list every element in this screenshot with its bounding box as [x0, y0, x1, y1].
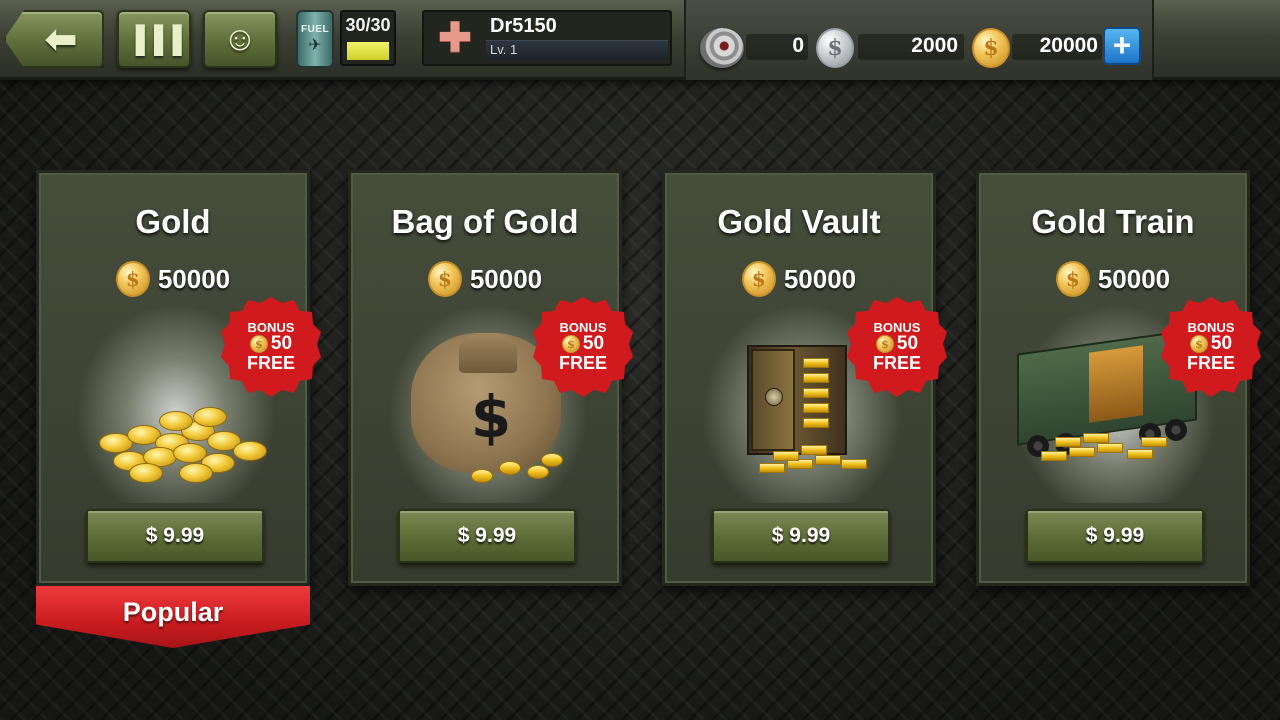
top-bar: ⬅ ▐▐▐ ☺ FUEL ✈ 30/30 ✚ Dr5150 Lv. 1 0 $ …: [0, 0, 1280, 80]
friends-icon: ☺: [222, 19, 258, 58]
offer-card-gold: Gold $ 50000 BONUS $ 50 FREE $ 9.99: [36, 170, 321, 586]
bonus-amount: 50: [582, 333, 605, 355]
fuel-bar: [347, 42, 389, 60]
player-profile[interactable]: ✚ Dr5150 Lv. 1: [422, 10, 672, 66]
bonus-label: BONUS: [873, 319, 921, 335]
popular-ribbon: Popular: [36, 586, 310, 648]
item-count-value: 0: [792, 34, 804, 57]
gold-value: 20000: [1039, 34, 1098, 57]
gold-coin-icon: $: [249, 335, 268, 354]
bonus-amount: 50: [270, 333, 293, 355]
bonus-free-label: FREE: [1186, 353, 1235, 374]
gold-coin-icon: $: [972, 28, 1010, 68]
bonus-label: BONUS: [559, 319, 607, 335]
buy-button-gold-vault[interactable]: $ 9.99: [712, 509, 890, 563]
rank-button[interactable]: ▐▐▐: [117, 10, 191, 68]
buy-button-gold[interactable]: $ 9.99: [86, 509, 264, 563]
fuel-value: 30/30: [345, 15, 391, 35]
gold-coin-icon: $: [875, 335, 894, 354]
friends-button[interactable]: ☺: [203, 10, 277, 68]
fuel-can-icon: FUEL ✈: [296, 10, 334, 68]
plane-icon: ✈: [308, 36, 322, 54]
buy-button-gold-train[interactable]: $ 9.99: [1026, 509, 1204, 563]
player-level: Lv. 1: [490, 42, 518, 57]
bonus-free-label: FREE: [872, 353, 921, 374]
silver-coin-icon: $: [816, 28, 854, 68]
bonus-free-label: FREE: [246, 353, 295, 374]
rank-icon: ▐▐▐: [126, 23, 182, 54]
gold-coin-icon: $: [561, 335, 580, 354]
back-arrow-icon: ⬅: [45, 18, 77, 61]
bonus-label: BONUS: [1187, 319, 1235, 335]
offer-card-bag-of-gold: Bag of Gold $ 50000 $ BONUS $ 50 FREE $ …: [348, 170, 633, 586]
fuel-meter: 30/30: [340, 10, 396, 66]
bonus-free-label: FREE: [558, 353, 607, 374]
offer-amount-row: $ 50000: [39, 261, 307, 297]
offer-title: Gold: [135, 203, 211, 240]
silver-value: 2000: [911, 34, 958, 57]
bonus-amount: 50: [1210, 333, 1233, 355]
add-currency-button[interactable]: +: [1103, 27, 1141, 65]
gold-coins-pile-image: [89, 403, 269, 483]
player-name: Dr5150: [490, 15, 557, 37]
fuel-bar-fill: [347, 42, 389, 60]
back-button[interactable]: ⬅: [4, 10, 104, 68]
offer-amount: 50000: [157, 263, 231, 294]
offer-card-gold-train: Gold Train $ 50000 BONUS $ 50 FREE $ 9.9…: [976, 170, 1261, 586]
gold-coin-icon: $: [115, 261, 150, 297]
add-friend-icon[interactable]: ✚: [428, 16, 482, 60]
offer-card-gold-vault: Gold Vault $ 50000 BONUS $ 50 FREE $ 9.9…: [662, 170, 947, 586]
bonus-label: BONUS: [247, 319, 295, 335]
film-reel-icon: [700, 28, 744, 68]
bonus-amount: 50: [896, 333, 919, 355]
gold-coin-icon: $: [1189, 335, 1208, 354]
buy-button-bag-of-gold[interactable]: $ 9.99: [398, 509, 576, 563]
fuel-label: FUEL: [300, 23, 330, 35]
